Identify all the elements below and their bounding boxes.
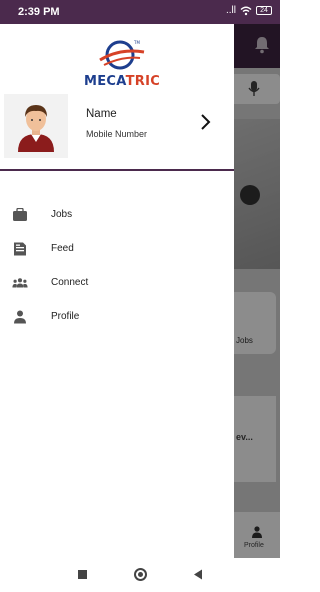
status-bar: 2:39 PM ..ll 24 [0,0,280,24]
menu-label-connect: Connect [51,277,89,288]
logo-globe-icon: TM [99,40,145,70]
status-time: 2:39 PM [18,6,60,18]
profile-header[interactable]: Name Mobile Number [0,84,234,168]
avatar-person-icon [18,105,54,152]
menu-item-connect[interactable]: Connect [0,268,234,298]
menu-item-jobs[interactable]: Jobs [0,200,234,230]
menu-label-profile: Profile [51,311,80,322]
system-navigation-bar [0,558,280,592]
navigation-drawer: TM MECATRIC Name Mobile Number Jobs Feed… [0,24,234,558]
status-icons: ..ll 24 [226,5,272,16]
avatar [4,94,68,158]
profile-mobile-number: Mobile Number [86,129,148,139]
wifi-icon [240,6,252,15]
feed-icon [14,242,26,256]
person-icon [14,310,26,324]
briefcase-icon [13,208,27,221]
menu-item-feed[interactable]: Feed [0,234,234,264]
drawer-scrim[interactable] [234,24,280,558]
chevron-right-icon[interactable] [198,113,212,131]
home-button[interactable] [134,568,147,581]
menu-label-feed: Feed [51,243,74,254]
people-icon [12,278,28,288]
svg-text:TM: TM [133,40,140,45]
menu-label-jobs: Jobs [51,209,73,220]
profile-name: Name [86,108,117,120]
menu-item-profile[interactable]: Profile [0,302,234,332]
back-button[interactable] [193,569,203,580]
signal-icon: ..ll [226,5,236,16]
recent-apps-button[interactable] [78,570,87,579]
drawer-divider [0,169,234,171]
battery-icon: 24 [256,6,272,15]
